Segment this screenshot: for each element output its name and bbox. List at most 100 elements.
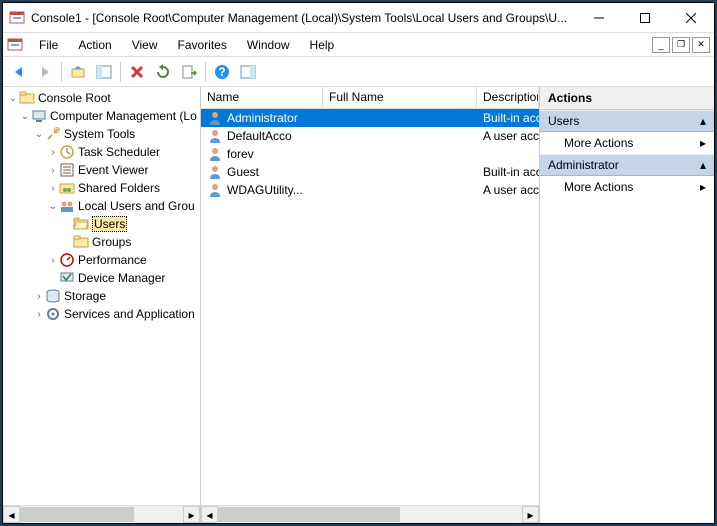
submenu-arrow-icon: ▸ bbox=[700, 136, 706, 150]
list-row[interactable]: Guest Built-in acco bbox=[201, 163, 539, 181]
titlebar: Console1 - [Console Root\Computer Manage… bbox=[3, 3, 714, 33]
scroll-thumb[interactable] bbox=[20, 507, 134, 522]
scroll-track[interactable] bbox=[20, 506, 183, 523]
storage-icon bbox=[45, 288, 61, 304]
list-header: Name Full Name Description bbox=[201, 87, 539, 109]
refresh-button[interactable] bbox=[151, 60, 175, 84]
device-manager-icon bbox=[59, 270, 75, 286]
menu-action[interactable]: Action bbox=[68, 35, 121, 55]
actions-header: Actions bbox=[540, 87, 714, 110]
mmc-doc-icon bbox=[7, 37, 23, 53]
performance-icon bbox=[59, 252, 75, 268]
menu-help[interactable]: Help bbox=[300, 35, 345, 55]
show-hide-tree-button[interactable] bbox=[92, 60, 116, 84]
list-row[interactable]: Administrator Built-in acco bbox=[201, 109, 539, 127]
action-more-users[interactable]: More Actions ▸ bbox=[540, 132, 714, 154]
svg-text:?: ? bbox=[218, 65, 225, 79]
chevron-down-icon[interactable]: ⌄ bbox=[7, 93, 19, 104]
tree-event-viewer[interactable]: › Event Viewer bbox=[3, 161, 200, 179]
list-body[interactable]: Administrator Built-in acco DefaultAcco … bbox=[201, 109, 539, 505]
window-controls bbox=[576, 3, 714, 33]
help-button[interactable]: ? bbox=[210, 60, 234, 84]
scroll-left-button[interactable]: ◂ bbox=[3, 506, 20, 523]
list-hscrollbar[interactable]: ◂ ▸ bbox=[201, 505, 539, 523]
list-row[interactable]: DefaultAcco A user acco bbox=[201, 127, 539, 145]
user-icon bbox=[207, 146, 223, 162]
chevron-right-icon[interactable]: › bbox=[47, 255, 59, 266]
mdi-minimize-button[interactable]: _ bbox=[652, 37, 670, 53]
scroll-left-button[interactable]: ◂ bbox=[201, 506, 218, 523]
chevron-right-icon[interactable]: › bbox=[47, 183, 59, 194]
column-fullname[interactable]: Full Name bbox=[323, 87, 477, 108]
actions-section-users[interactable]: Users ▴ bbox=[540, 110, 714, 132]
collapse-icon: ▴ bbox=[700, 114, 706, 128]
tree-device-manager[interactable]: Device Manager bbox=[3, 269, 200, 287]
tree-local-users-groups[interactable]: ⌄ Local Users and Grou bbox=[3, 197, 200, 215]
action-more-admin[interactable]: More Actions ▸ bbox=[540, 176, 714, 198]
tools-icon bbox=[45, 126, 61, 142]
tree-console-root[interactable]: ⌄ Console Root bbox=[3, 89, 200, 107]
maximize-button[interactable] bbox=[622, 3, 668, 33]
chevron-down-icon[interactable]: ⌄ bbox=[19, 111, 31, 122]
show-hide-action-pane-button[interactable] bbox=[236, 60, 260, 84]
tree-storage[interactable]: › Storage bbox=[3, 287, 200, 305]
cell-name: Administrator bbox=[227, 111, 298, 125]
chevron-down-icon[interactable]: ⌄ bbox=[33, 129, 45, 140]
chevron-down-icon[interactable]: ⌄ bbox=[47, 201, 59, 212]
back-button[interactable] bbox=[7, 60, 31, 84]
column-name[interactable]: Name bbox=[201, 87, 323, 108]
toolbar: ? bbox=[3, 57, 714, 87]
chevron-right-icon[interactable]: › bbox=[33, 309, 45, 320]
mmc-window: Console1 - [Console Root\Computer Manage… bbox=[2, 2, 715, 524]
close-button[interactable] bbox=[668, 3, 714, 33]
folder-open-icon bbox=[73, 216, 89, 232]
menu-file[interactable]: File bbox=[29, 35, 68, 55]
computer-icon bbox=[31, 108, 47, 124]
tree-system-tools[interactable]: ⌄ System Tools bbox=[3, 125, 200, 143]
event-icon bbox=[59, 162, 75, 178]
scroll-track[interactable] bbox=[218, 506, 522, 523]
menu-favorites[interactable]: Favorites bbox=[168, 35, 237, 55]
list-pane: Name Full Name Description Administrator… bbox=[201, 87, 540, 523]
menu-view[interactable]: View bbox=[122, 35, 168, 55]
tree-services-applications[interactable]: › Services and Application bbox=[3, 305, 200, 323]
mmc-icon bbox=[9, 10, 25, 26]
tree-shared-folders[interactable]: › Shared Folders bbox=[3, 179, 200, 197]
list-row[interactable]: forev bbox=[201, 145, 539, 163]
chevron-right-icon[interactable]: › bbox=[47, 165, 59, 176]
window-title: Console1 - [Console Root\Computer Manage… bbox=[31, 11, 576, 25]
tree-hscrollbar[interactable]: ◂ ▸ bbox=[3, 505, 200, 523]
chevron-right-icon[interactable]: › bbox=[47, 147, 59, 158]
up-button[interactable] bbox=[66, 60, 90, 84]
scroll-thumb[interactable] bbox=[218, 507, 400, 522]
tree-performance[interactable]: › Performance bbox=[3, 251, 200, 269]
cell-desc: A user acco bbox=[483, 183, 539, 197]
cell-name: forev bbox=[227, 147, 254, 161]
tree-users[interactable]: Users bbox=[3, 215, 200, 233]
body-area: ⌄ Console Root ⌄ Computer Management (Lo… bbox=[3, 87, 714, 523]
tree-groups[interactable]: Groups bbox=[3, 233, 200, 251]
chevron-right-icon[interactable]: › bbox=[33, 291, 45, 302]
services-icon bbox=[45, 306, 61, 322]
mdi-close-button[interactable]: ✕ bbox=[692, 37, 710, 53]
scroll-right-button[interactable]: ▸ bbox=[183, 506, 200, 523]
mdi-restore-button[interactable]: ❐ bbox=[672, 37, 690, 53]
mdi-controls: _ ❐ ✕ bbox=[652, 37, 714, 53]
delete-button[interactable] bbox=[125, 60, 149, 84]
list-row[interactable]: WDAGUtility... A user acco bbox=[201, 181, 539, 199]
console-tree[interactable]: ⌄ Console Root ⌄ Computer Management (Lo… bbox=[3, 87, 200, 505]
tree-task-scheduler[interactable]: › Task Scheduler bbox=[3, 143, 200, 161]
users-groups-icon bbox=[59, 198, 75, 214]
action-label: More Actions bbox=[564, 180, 633, 194]
column-description[interactable]: Description bbox=[477, 87, 539, 108]
export-list-button[interactable] bbox=[177, 60, 201, 84]
scroll-right-button[interactable]: ▸ bbox=[522, 506, 539, 523]
folder-icon bbox=[19, 90, 35, 106]
tree-computer-management[interactable]: ⌄ Computer Management (Lo bbox=[3, 107, 200, 125]
actions-pane: Actions Users ▴ More Actions ▸ Administr… bbox=[540, 87, 714, 523]
actions-section-administrator[interactable]: Administrator ▴ bbox=[540, 154, 714, 176]
forward-button[interactable] bbox=[33, 60, 57, 84]
menu-window[interactable]: Window bbox=[237, 35, 300, 55]
minimize-button[interactable] bbox=[576, 3, 622, 33]
action-label: More Actions bbox=[564, 136, 633, 150]
